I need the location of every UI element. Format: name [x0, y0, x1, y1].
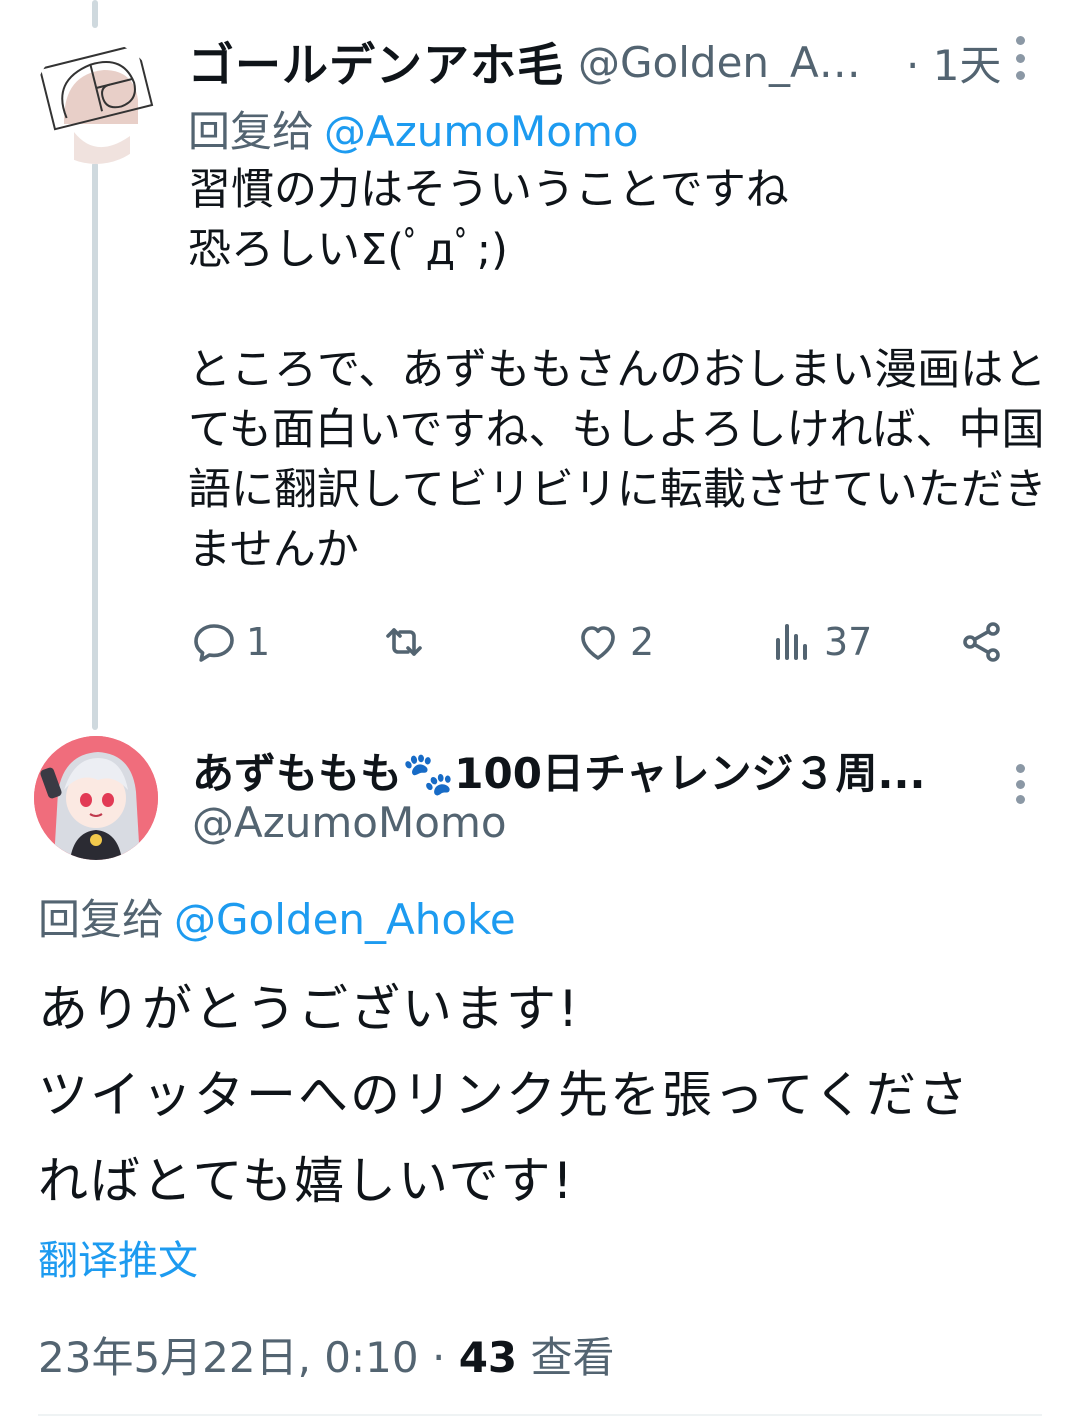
tweet-meta: 23年5月22日, 0:10 · 43 查看: [38, 1324, 615, 1385]
replying-prefix: 回复给: [188, 107, 315, 156]
share-button[interactable]: [958, 612, 1006, 672]
thread-line: [92, 162, 98, 730]
tweet-thread: ゴールデンアホ毛 @Golden_Ah... · 1天 回复给 @AzumoMom…: [0, 0, 1080, 1422]
tweet-timestamp[interactable]: 23年5月22日, 0:10 ·: [38, 1333, 459, 1382]
views-icon: [776, 624, 807, 660]
replying-to: 回复给 @AzumoMomo: [188, 98, 639, 159]
tweet-text: 習慣の力はそういうことですね 恐ろしいΣ(ﾟдﾟ;) ところで、あずももさんのお…: [188, 165, 1047, 575]
like-count: 2: [630, 620, 655, 664]
more-icon[interactable]: [1004, 36, 1036, 80]
more-icon[interactable]: [1004, 764, 1036, 804]
views-label: 查看: [530, 1333, 615, 1382]
tweet-time[interactable]: · 1天: [906, 32, 1001, 93]
avatar[interactable]: [34, 736, 158, 860]
share-icon: [963, 622, 1000, 662]
views-button[interactable]: 37: [768, 612, 872, 672]
tweet-header: ゴールデンアホ毛 @Golden_Ah... · 1天: [188, 30, 1048, 94]
anime-girl-avatar-icon: [34, 736, 158, 860]
reply-button[interactable]: 1: [190, 612, 270, 672]
like-icon: [581, 626, 615, 660]
divider: [38, 1414, 1042, 1416]
reply-icon: [194, 624, 234, 662]
display-name[interactable]: ゴールデンアホ毛: [188, 29, 564, 95]
tweet-text: ありがとうございます! ツイッターへのリンク先を張ってくださ ればとても嬉しいで…: [38, 980, 970, 1210]
translate-tweet-link[interactable]: 翻译推文: [38, 1228, 198, 1286]
display-name[interactable]: あずももも🐾100日チャレンジ３周...: [192, 740, 962, 801]
retweet-icon: [386, 628, 422, 656]
replying-prefix: 回复给: [38, 895, 165, 944]
user-handle[interactable]: @Golden_Ah...: [578, 38, 878, 87]
replying-to: 回复给 @Golden_Ahoke: [38, 886, 516, 947]
mention-link[interactable]: @AzumoMomo: [324, 107, 639, 156]
avatar[interactable]: [34, 40, 158, 164]
reply-count: 1: [246, 620, 271, 664]
golden-spiral-avatar-icon: [34, 40, 158, 164]
like-button[interactable]: 2: [574, 612, 654, 672]
retweet-button[interactable]: [380, 612, 436, 672]
view-count: 43: [458, 1333, 518, 1382]
tweet-actions: 1 2 37: [188, 612, 1038, 672]
mention-link[interactable]: @Golden_Ahoke: [174, 895, 516, 944]
user-handle[interactable]: @AzumoMomo: [192, 798, 507, 847]
view-count: 37: [824, 620, 873, 664]
thread-line-top: [92, 0, 98, 28]
